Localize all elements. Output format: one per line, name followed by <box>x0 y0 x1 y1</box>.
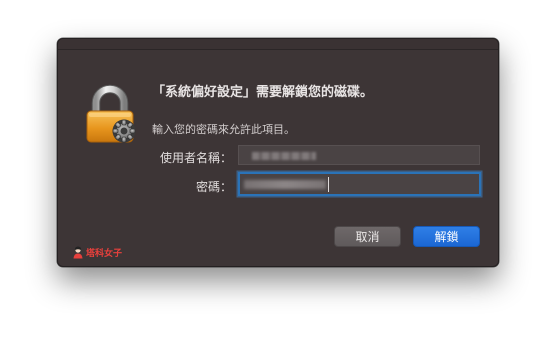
watermark-text: 塔科女子 <box>86 248 123 259</box>
unlock-button[interactable]: 解鎖 <box>413 226 480 247</box>
text-cursor <box>328 177 329 192</box>
password-label: 密碼： <box>195 180 232 194</box>
dialog-title: 「系統偏好設定」需要解鎖您的磁碟。 <box>152 85 374 100</box>
password-redacted-text <box>244 180 326 189</box>
username-redacted-text <box>252 152 316 160</box>
username-label: 使用者名稱： <box>159 151 232 165</box>
cancel-button[interactable]: 取消 <box>334 226 401 247</box>
watermark-logo-icon <box>73 246 83 258</box>
unlock-dialog: 「系統偏好設定」需要解鎖您的磁碟。 輸入您的密碼來允許此項目。 使用者名稱： 密… <box>57 38 499 267</box>
watermark: 塔科女子 <box>72 245 122 259</box>
dialog-subtitle: 輸入您的密碼來允許此項目。 <box>152 123 295 136</box>
screenshot-stage: 「系統偏好設定」需要解鎖您的磁碟。 輸入您的密碼來允許此項目。 使用者名稱： 密… <box>0 0 555 341</box>
padlock-with-gear-icon <box>86 84 136 143</box>
dialog-titlebar <box>58 39 498 50</box>
